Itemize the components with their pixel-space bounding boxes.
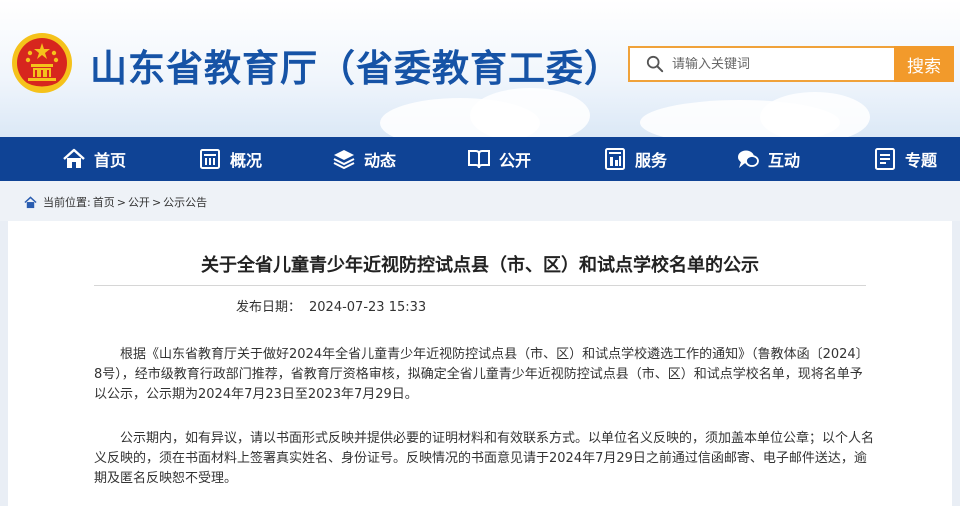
nav-label: 服务 — [635, 151, 668, 170]
nav-label: 概况 — [230, 151, 263, 170]
nav-label: 专题 — [905, 151, 938, 170]
breadcrumb: 当前位置: 首页 > 公开 > 公示公告 — [24, 194, 209, 210]
title-divider — [94, 285, 866, 286]
search-icon — [646, 55, 664, 73]
nav-label: 动态 — [364, 151, 397, 170]
breadcrumb-link-home[interactable]: 首页 — [93, 194, 115, 210]
article-title: 关于全省儿童青少年近视防控试点县（市、区）和试点学校名单的公示 — [201, 255, 759, 276]
search-box[interactable] — [628, 46, 896, 82]
home-small-icon — [24, 195, 37, 208]
site-header: 山东省教育厅（省委教育工委） 搜索 — [0, 0, 960, 137]
breadcrumb-prefix: 当前位置: — [43, 196, 91, 209]
breadcrumb-bar: 当前位置: 首页 > 公开 > 公示公告 — [0, 181, 960, 221]
chat-icon — [738, 150, 759, 168]
search-input[interactable] — [672, 56, 872, 72]
article-paragraph: 公示期内，如有异议，请以书面形式反映并提供必要的证明材料和有效联系方式。以单位名… — [94, 429, 874, 489]
nav-item-overview[interactable]: 概况 — [198, 137, 262, 181]
book-icon — [468, 150, 490, 169]
search-button[interactable]: 搜索 — [894, 46, 954, 82]
paragraph-text: 公示期内，如有异议，请以书面形式反映并提供必要的证明材料和有效联系方式。以单位名… — [94, 431, 875, 486]
site-title[interactable]: 山东省教育厅（省委教育工委） — [90, 38, 622, 92]
main-nav: 首页 概况 动态 公开 服务 互动 专题 — [0, 137, 960, 181]
nav-item-news[interactable]: 动态 — [332, 137, 396, 181]
national-emblem-icon[interactable] — [10, 31, 74, 95]
nav-item-interaction[interactable]: 互动 — [736, 137, 800, 181]
article-panel: 关于全省儿童青少年近视防控试点县（市、区）和试点学校名单的公示 发布日期： 202… — [8, 221, 952, 506]
nav-item-services[interactable]: 服务 — [603, 137, 667, 181]
nav-item-topics[interactable]: 专题 — [873, 137, 937, 181]
publish-date-value: 2024-07-23 15:33 — [309, 300, 427, 315]
nav-label: 首页 — [94, 151, 127, 170]
nav-item-home[interactable]: 首页 — [62, 137, 126, 181]
publish-date: 发布日期： 2024-07-23 15:33 — [236, 296, 426, 315]
nav-label: 公开 — [499, 151, 532, 170]
breadcrumb-separator: > — [151, 195, 162, 209]
breadcrumb-link-notices[interactable]: 公示公告 — [163, 194, 207, 210]
cloud-decoration — [760, 92, 870, 137]
document-icon — [875, 148, 895, 170]
article-paragraph: 根据《山东省教育厅关于做好2024年全省儿童青少年近视防控试点县（市、区）和试点… — [94, 345, 874, 405]
service-icon — [605, 148, 625, 170]
layers-icon — [333, 150, 355, 170]
nav-item-public[interactable]: 公开 — [467, 137, 531, 181]
breadcrumb-separator: > — [116, 195, 126, 209]
building-icon — [200, 149, 220, 169]
paragraph-text: 根据《山东省教育厅关于做好2024年全省儿童青少年近视防控试点县（市、区）和试点… — [94, 347, 869, 402]
nav-label: 互动 — [768, 151, 801, 170]
publish-date-label: 发布日期： — [236, 300, 302, 315]
cloud-decoration — [470, 88, 590, 137]
breadcrumb-link-public[interactable]: 公开 — [128, 194, 150, 210]
home-icon — [63, 148, 85, 168]
